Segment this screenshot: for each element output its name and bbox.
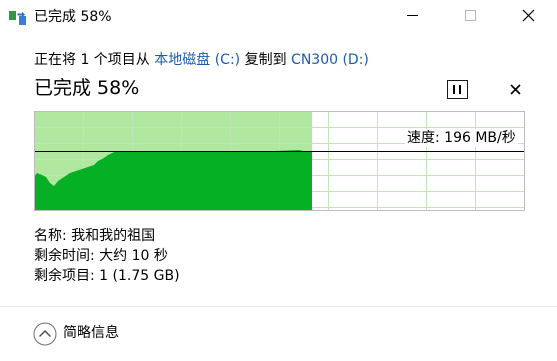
time-remaining-value: 大约 10 秒 — [99, 248, 168, 264]
items-remaining-row: 剩余项目: 1 (1.75 GB) — [34, 266, 180, 286]
copy-description: 正在将 1 个项目从 本地磁盘 (C:) 复制到 CN300 (D:) — [34, 50, 369, 70]
file-name-label: 名称: — [34, 228, 67, 244]
window-title: 已完成 58% — [34, 9, 112, 25]
progress-status: 已完成 58% — [34, 77, 140, 99]
fewer-details-toggle[interactable]: 简略信息 — [63, 323, 119, 343]
items-remaining-label: 剩余项目: — [34, 268, 95, 284]
maximize-button[interactable] — [448, 0, 494, 32]
file-name-row: 名称: 我和我的祖国 — [34, 226, 155, 246]
close-icon — [522, 9, 535, 22]
minimize-button[interactable] — [398, 0, 444, 32]
destination-link[interactable]: CN300 (D:) — [291, 52, 369, 68]
pause-icon — [453, 85, 455, 94]
title-bar[interactable]: 已完成 58% — [0, 0, 557, 34]
chevron-up-icon[interactable] — [33, 322, 57, 346]
copy-prefix: 正在将 1 个项目从 — [34, 52, 150, 68]
copy-files-icon — [9, 10, 27, 25]
time-remaining-label: 剩余时间: — [34, 248, 95, 264]
close-icon — [510, 84, 521, 95]
minimize-icon — [407, 15, 418, 16]
maximize-icon — [465, 10, 476, 21]
speed-graph — [34, 111, 525, 211]
items-remaining-value: 1 (1.75 GB) — [99, 268, 180, 284]
copy-middle: 复制到 — [244, 52, 287, 68]
close-window-button[interactable] — [506, 0, 552, 32]
footer-divider — [0, 306, 557, 307]
time-remaining-row: 剩余时间: 大约 10 秒 — [34, 246, 168, 266]
file-name-value: 我和我的祖国 — [71, 228, 156, 244]
pause-button[interactable] — [447, 80, 468, 99]
speed-label: 速度: 196 MB/秒 — [405, 129, 518, 147]
cancel-button[interactable] — [506, 80, 525, 99]
source-link[interactable]: 本地磁盘 (C:) — [154, 52, 240, 68]
